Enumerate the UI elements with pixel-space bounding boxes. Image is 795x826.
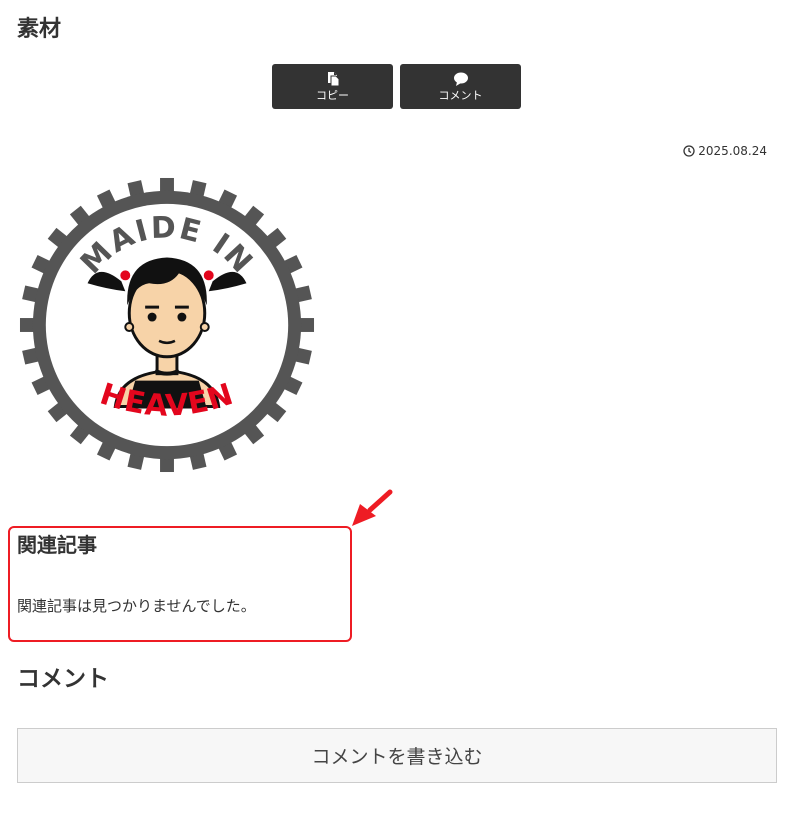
copy-button[interactable]: コピー xyxy=(272,64,393,109)
copy-button-label: コピー xyxy=(316,89,349,102)
comment-title: コメント xyxy=(17,666,109,692)
maide-in-heaven-emblem: MAIDE IN HEAVEN xyxy=(19,177,315,473)
related-title: 関連記事 xyxy=(17,533,97,557)
clock-icon xyxy=(683,145,695,157)
write-comment-button[interactable]: コメントを書き込む xyxy=(17,728,777,783)
related-empty-message: 関連記事は見つかりませんでした。 xyxy=(17,597,256,615)
post-date: 2025.08.24 xyxy=(683,144,767,158)
callout-arrow-icon xyxy=(352,489,393,526)
speech-bubble-icon xyxy=(453,72,468,86)
page-title: 素材 xyxy=(17,17,62,42)
comment-button-label: コメント xyxy=(438,89,483,102)
comment-button[interactable]: コメント xyxy=(400,64,521,109)
copy-icon xyxy=(327,72,339,87)
post-date-text: 2025.08.24 xyxy=(698,144,767,158)
